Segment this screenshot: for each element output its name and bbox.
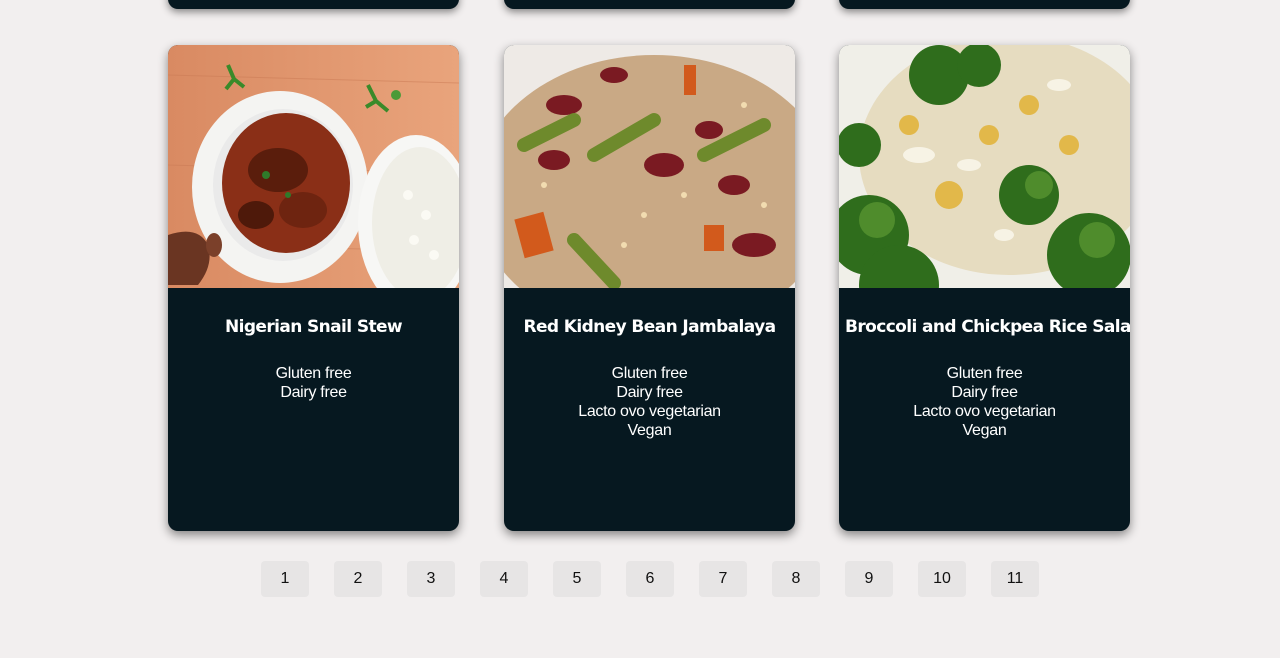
page-button-7[interactable]: 7 [699,561,747,597]
diet-item: Gluten free [275,365,352,382]
recipe-results-page: Nigerian Snail Stew Gluten free Dairy fr… [0,0,1280,658]
diet-item: Lacto ovo vegetarian [578,403,721,420]
page-button-8[interactable]: 8 [772,561,820,597]
page-button-1[interactable]: 1 [261,561,309,597]
diet-item: Gluten free [946,365,1023,382]
recipe-card[interactable]: Nigerian Snail Stew Gluten free Dairy fr… [168,45,459,531]
diet-item: Gluten free [611,365,688,382]
diet-list: Gluten free Dairy free Lacto ovo vegetar… [504,364,795,440]
page-button-3[interactable]: 3 [407,561,455,597]
diet-item: Dairy free [616,384,683,401]
pagination: 1 2 3 4 5 6 7 8 9 10 11 [261,561,1039,597]
diet-item: Vegan [627,422,672,439]
recipe-title: Red Kidney Bean Jambalaya [523,317,777,337]
diet-item: Lacto ovo vegetarian [913,403,1056,420]
diet-list: Gluten free Dairy free Lacto ovo vegetar… [839,364,1130,440]
page-button-9[interactable]: 9 [845,561,893,597]
recipe-card-previous-row[interactable] [504,0,795,9]
recipe-title: Broccoli and Chickpea Rice Salad [845,317,1130,337]
diet-item: Dairy free [951,384,1018,401]
recipe-image [839,45,1130,288]
recipe-card-previous-row[interactable] [168,0,459,9]
page-button-11[interactable]: 11 [991,561,1039,597]
diet-item: Vegan [962,422,1007,439]
recipe-image [504,45,795,288]
diet-item: Dairy free [280,384,347,401]
page-button-2[interactable]: 2 [334,561,382,597]
recipe-title: Nigerian Snail Stew [224,317,403,337]
recipe-card-previous-row[interactable] [839,0,1130,9]
recipe-card[interactable]: Red Kidney Bean Jambalaya Gluten free Da… [504,45,795,531]
page-button-4[interactable]: 4 [480,561,528,597]
page-button-6[interactable]: 6 [626,561,674,597]
recipe-image [168,45,459,288]
diet-list: Gluten free Dairy free [168,364,459,402]
page-button-5[interactable]: 5 [553,561,601,597]
page-button-10[interactable]: 10 [918,561,966,597]
recipe-card[interactable]: Broccoli and Chickpea Rice Salad Gluten … [839,45,1130,531]
